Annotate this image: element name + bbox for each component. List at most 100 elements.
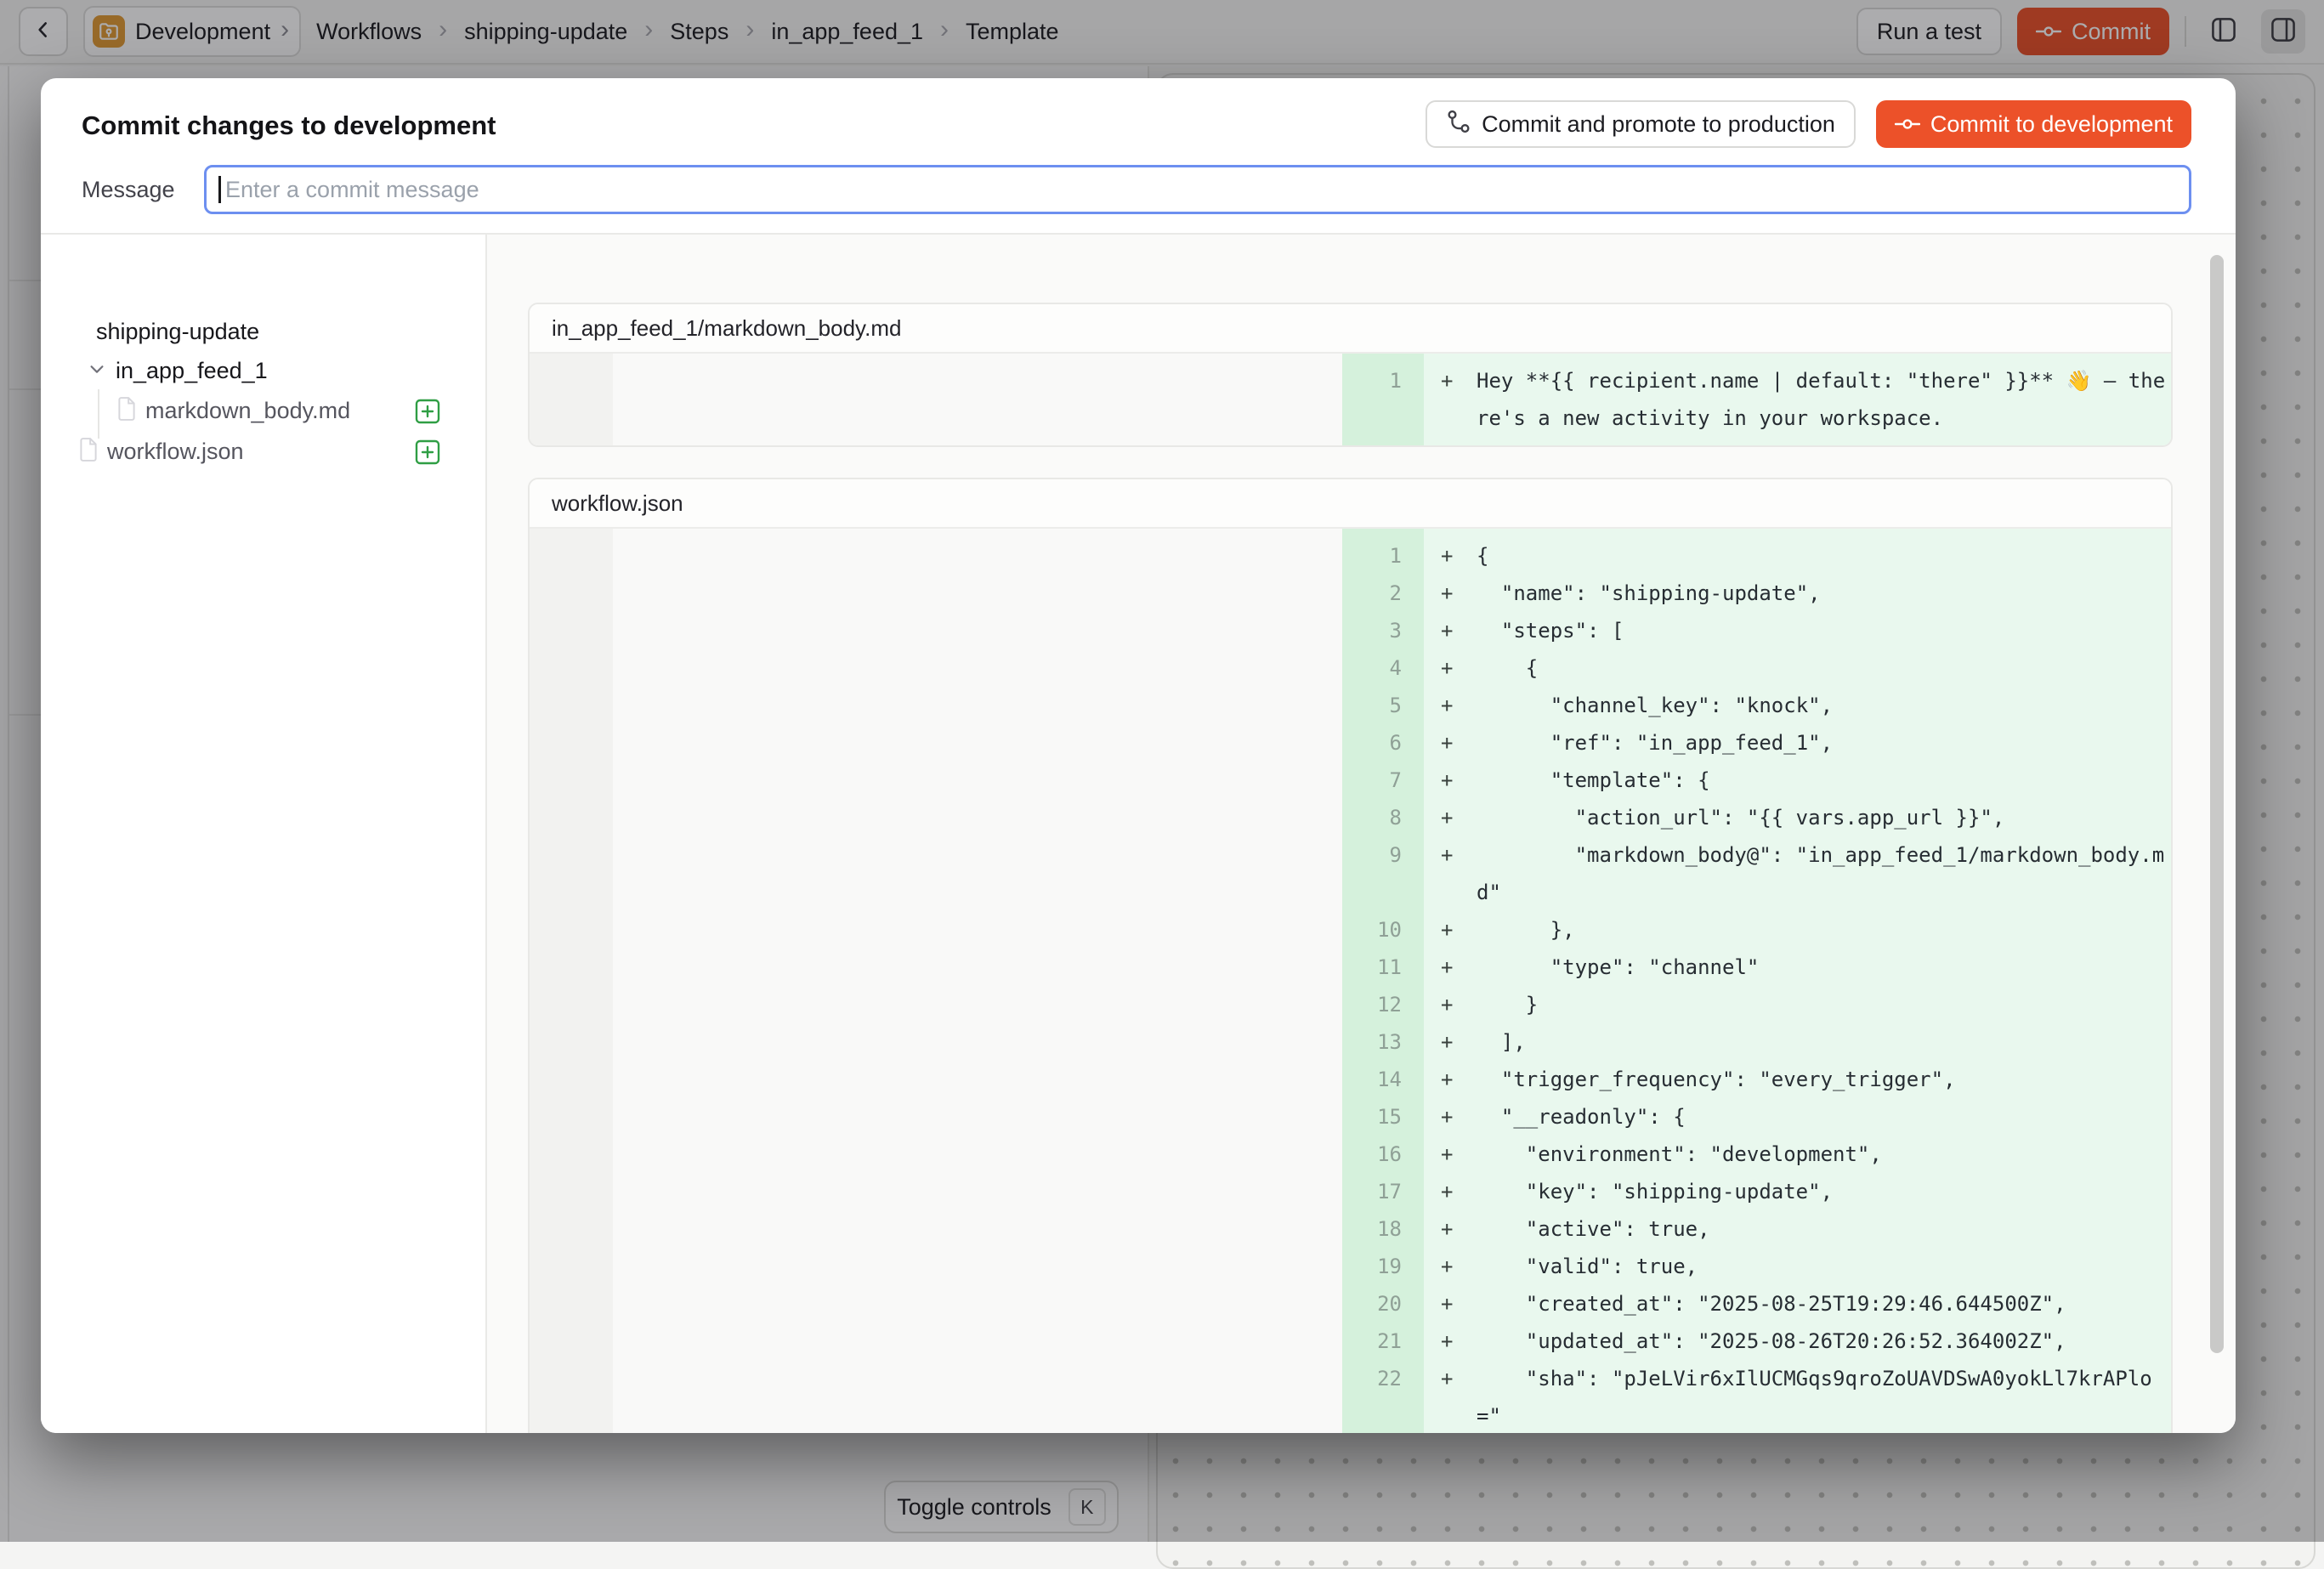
diff-line-text: "trigger_frequency": "every_trigger", bbox=[1477, 1061, 2167, 1098]
old-line-gutter bbox=[530, 687, 613, 724]
new-line-content: + "ref": "in_app_feed_1", bbox=[1424, 724, 2171, 762]
commit-to-development-button[interactable]: Commit to development bbox=[1876, 100, 2191, 148]
text-caret bbox=[218, 176, 221, 203]
new-line-content: + "trigger_frequency": "every_trigger", bbox=[1424, 1061, 2171, 1098]
diff-card: in_app_feed_1/markdown_body.md 1+Hey **{{… bbox=[528, 303, 2173, 447]
diff-line: 1+Hey **{{ recipient.name | default: "th… bbox=[530, 362, 2171, 437]
diff-line: 21+ "updated_at": "2025-08-26T20:26:52.3… bbox=[530, 1323, 2171, 1360]
diff-body: 1+Hey **{{ recipient.name | default: "th… bbox=[530, 354, 2171, 445]
old-line-content bbox=[613, 1136, 1342, 1173]
old-line-content bbox=[613, 911, 1342, 949]
old-line-gutter bbox=[530, 1360, 613, 1433]
diff-line-text: }, bbox=[1477, 911, 2167, 949]
old-line-gutter bbox=[530, 1285, 613, 1323]
diff-add-marker: + bbox=[1424, 911, 1477, 949]
new-line-number: 21 bbox=[1342, 1323, 1424, 1360]
tree-root-workflow: shipping-update bbox=[96, 319, 259, 345]
new-line-content: + "markdown_body@": "in_app_feed_1/markd… bbox=[1424, 836, 2171, 911]
diff-line-text: "type": "channel" bbox=[1477, 949, 2167, 986]
diff-add-marker: + bbox=[1424, 687, 1477, 724]
message-label: Message bbox=[82, 177, 204, 203]
diff-line: 11+ "type": "channel" bbox=[530, 949, 2171, 986]
diff-padding-row bbox=[530, 529, 2171, 537]
diff-add-marker: + bbox=[1424, 1323, 1477, 1360]
old-line-gutter bbox=[530, 1098, 613, 1136]
diff-line-text: "environment": "development", bbox=[1477, 1136, 2167, 1173]
old-line-gutter bbox=[530, 949, 613, 986]
added-file-badge[interactable] bbox=[414, 398, 441, 425]
new-line-number: 12 bbox=[1342, 986, 1424, 1023]
diff-line: 8+ "action_url": "{{ vars.app_url }}", bbox=[530, 799, 2171, 836]
changed-files-sidebar: shipping-update in_app_feed_1 markdown_b… bbox=[41, 235, 485, 1433]
diff-line: 6+ "ref": "in_app_feed_1", bbox=[530, 724, 2171, 762]
old-line-content bbox=[613, 1098, 1342, 1136]
tree-file-workflow-json[interactable]: workflow.json bbox=[79, 438, 244, 466]
diff-add-marker: + bbox=[1424, 362, 1477, 399]
diff-line: 17+ "key": "shipping-update", bbox=[530, 1173, 2171, 1210]
old-line-gutter bbox=[530, 986, 613, 1023]
diff-add-marker: + bbox=[1424, 612, 1477, 649]
new-line-number: 19 bbox=[1342, 1248, 1424, 1285]
diff-add-marker: + bbox=[1424, 836, 1477, 874]
old-line-content bbox=[613, 949, 1342, 986]
new-line-number: 16 bbox=[1342, 1136, 1424, 1173]
new-line-number: 13 bbox=[1342, 1023, 1424, 1061]
diff-file-name: workflow.json bbox=[530, 479, 2171, 529]
diff-line-text: { bbox=[1477, 649, 2167, 687]
old-line-gutter bbox=[530, 575, 613, 612]
diff-line-text: "name": "shipping-update", bbox=[1477, 575, 2167, 612]
new-line-content: + "valid": true, bbox=[1424, 1248, 2171, 1285]
tree-group-in-app-feed[interactable]: in_app_feed_1 bbox=[88, 358, 268, 384]
diff-viewer: in_app_feed_1/markdown_body.md1+Hey **{{… bbox=[487, 235, 2236, 1433]
diff-file-name: in_app_feed_1/markdown_body.md bbox=[530, 304, 2171, 354]
new-line-content: + "template": { bbox=[1424, 762, 2171, 799]
diff-line: 13+ ], bbox=[530, 1023, 2171, 1061]
added-file-badge[interactable] bbox=[414, 439, 441, 466]
new-line-content: + } bbox=[1424, 986, 2171, 1023]
diff-line: 14+ "trigger_frequency": "every_trigger"… bbox=[530, 1061, 2171, 1098]
old-line-gutter bbox=[530, 1023, 613, 1061]
diff-line-text: Hey **{{ recipient.name | default: "ther… bbox=[1477, 362, 2167, 437]
file-icon bbox=[79, 438, 98, 466]
modal-scrollbar[interactable] bbox=[2210, 255, 2224, 1353]
diff-add-marker: + bbox=[1424, 1248, 1477, 1285]
diff-line: 2+ "name": "shipping-update", bbox=[530, 575, 2171, 612]
diff-body: 1+{2+ "name": "shipping-update",3+ "step… bbox=[530, 529, 2171, 1433]
new-line-content: +{ bbox=[1424, 537, 2171, 575]
old-line-content bbox=[613, 1210, 1342, 1248]
new-line-number: 20 bbox=[1342, 1285, 1424, 1323]
old-line-gutter bbox=[530, 724, 613, 762]
old-line-content bbox=[613, 687, 1342, 724]
diff-add-marker: + bbox=[1424, 575, 1477, 612]
new-line-number: 1 bbox=[1342, 362, 1424, 437]
diff-line-text: "channel_key": "knock", bbox=[1477, 687, 2167, 724]
file-icon bbox=[117, 397, 136, 425]
diff-padding-row bbox=[530, 354, 2171, 362]
tree-file-markdown-body[interactable]: markdown_body.md bbox=[117, 397, 350, 425]
commit-icon bbox=[1895, 111, 1920, 138]
old-line-gutter bbox=[530, 1061, 613, 1098]
promote-branch-icon bbox=[1446, 109, 1471, 140]
commit-promote-button[interactable]: Commit and promote to production bbox=[1426, 100, 1856, 148]
diff-line: 5+ "channel_key": "knock", bbox=[530, 687, 2171, 724]
old-line-gutter bbox=[530, 1210, 613, 1248]
new-line-number: 10 bbox=[1342, 911, 1424, 949]
old-line-gutter bbox=[530, 537, 613, 575]
modal-title: Commit changes to development bbox=[82, 110, 496, 141]
old-line-gutter bbox=[530, 1173, 613, 1210]
commit-message-input[interactable] bbox=[204, 165, 2191, 214]
diff-add-marker: + bbox=[1424, 1136, 1477, 1173]
diff-line: 15+ "__readonly": { bbox=[530, 1098, 2171, 1136]
new-line-content: + "updated_at": "2025-08-26T20:26:52.364… bbox=[1424, 1323, 2171, 1360]
new-line-number: 9 bbox=[1342, 836, 1424, 911]
diff-add-marker: + bbox=[1424, 1098, 1477, 1136]
old-line-content bbox=[613, 575, 1342, 612]
diff-line-text: "template": { bbox=[1477, 762, 2167, 799]
diff-line: 20+ "created_at": "2025-08-25T19:29:46.6… bbox=[530, 1285, 2171, 1323]
diff-add-marker: + bbox=[1424, 986, 1477, 1023]
diff-line-text: "action_url": "{{ vars.app_url }}", bbox=[1477, 799, 2167, 836]
old-line-content bbox=[613, 1248, 1342, 1285]
old-line-content bbox=[613, 612, 1342, 649]
diff-line-text: "key": "shipping-update", bbox=[1477, 1173, 2167, 1210]
new-line-number: 18 bbox=[1342, 1210, 1424, 1248]
